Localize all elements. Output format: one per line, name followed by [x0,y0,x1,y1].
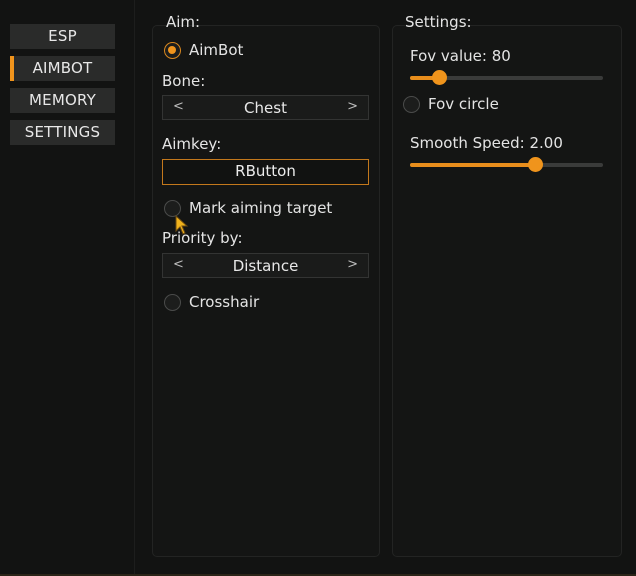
aimbot-label: AimBot [189,41,244,59]
fov-circle-radio[interactable] [403,96,420,113]
smooth-speed-slider[interactable] [410,157,603,172]
bone-next-arrow[interactable]: > [347,99,358,114]
aimkey-button[interactable]: RButton [162,159,369,185]
aimkey-label: Aimkey: [162,135,222,153]
bone-value: Chest [244,99,287,117]
mark-target-label: Mark aiming target [189,199,333,217]
nav-esp-button[interactable]: ESP [10,24,115,49]
cheat-menu-window: ESP AIMBOT MEMORY SETTINGS Aim: AimBot B… [0,0,636,576]
bone-selector: < Chest > [162,95,369,120]
nav-sidebar: ESP AIMBOT MEMORY SETTINGS [0,0,135,576]
fov-value-label: Fov value: 80 [410,47,511,65]
priority-next-arrow[interactable]: > [347,257,358,272]
fov-slider-thumb[interactable] [431,70,447,85]
fov-slider[interactable] [410,70,603,85]
fov-circle-label: Fov circle [428,95,499,113]
nav-memory-button[interactable]: MEMORY [10,88,115,113]
settings-section-title: Settings: [405,13,472,31]
aimbot-radio[interactable] [164,42,181,59]
crosshair-radio[interactable] [164,294,181,311]
nav-settings-button[interactable]: SETTINGS [10,120,115,145]
crosshair-label: Crosshair [189,293,260,311]
priority-value: Distance [232,257,299,275]
settings-panel [392,25,622,557]
smooth-speed-label: Smooth Speed: 2.00 [410,134,563,152]
smooth-speed-slider-fill [410,163,536,167]
mouse-cursor-icon [175,215,189,235]
aim-section-title: Aim: [166,13,201,31]
priority-selector: < Distance > [162,253,369,278]
nav-aimbot-button[interactable]: AIMBOT [10,56,115,81]
bone-label: Bone: [162,72,206,90]
